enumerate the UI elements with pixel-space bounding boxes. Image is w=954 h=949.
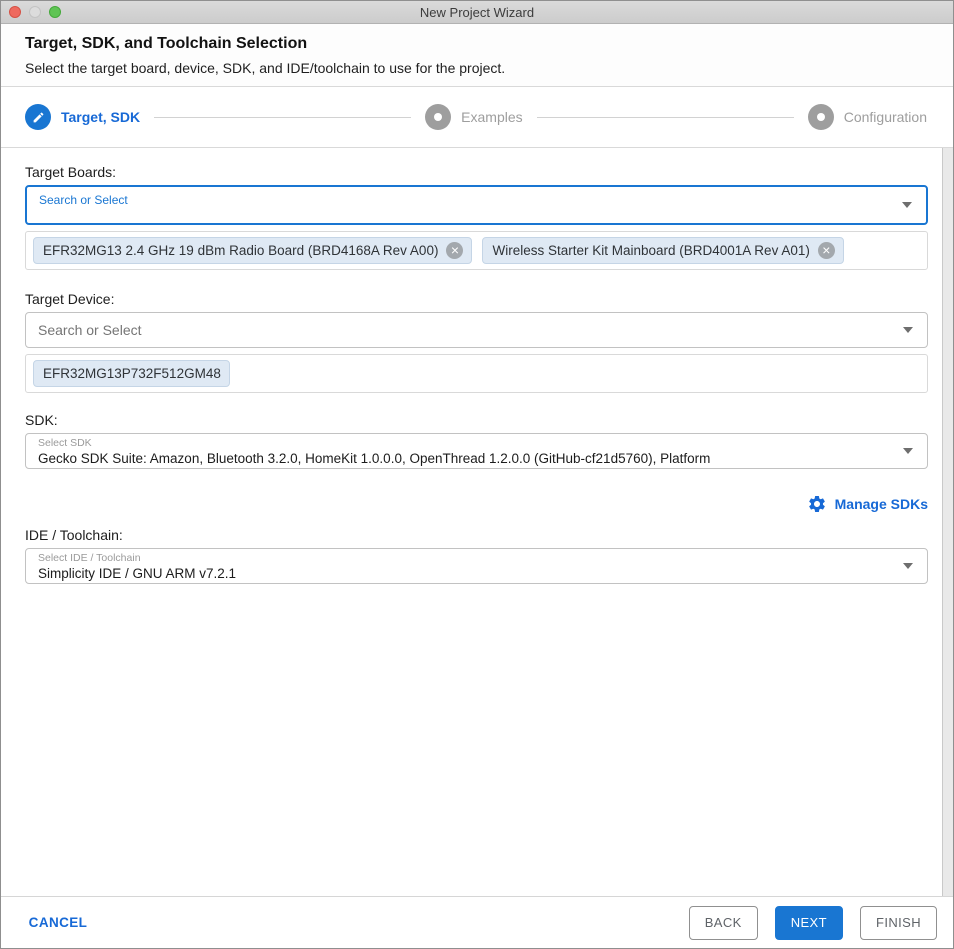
chip-label: EFR32MG13P732F512GM48: [43, 366, 221, 381]
page-title: Target, SDK, and Toolchain Selection: [25, 35, 308, 52]
step-label: Target, SDK: [61, 109, 141, 125]
step-configuration[interactable]: Configuration: [807, 104, 927, 130]
zoom-window-button[interactable]: [49, 6, 61, 18]
sdk-select[interactable]: Select SDK Gecko SDK Suite: Amazon, Blue…: [25, 433, 928, 469]
pencil-icon: [25, 104, 51, 130]
board-chip: Wireless Starter Kit Mainboard (BRD4001A…: [482, 237, 844, 264]
target-boards-label: Target Boards:: [25, 164, 117, 180]
manage-sdks-row: Manage SDKs: [25, 494, 928, 514]
step-label: Configuration: [843, 109, 927, 125]
target-device-input[interactable]: Search or Select: [25, 312, 928, 348]
gear-icon: [808, 496, 825, 512]
step-examples[interactable]: Examples: [425, 104, 523, 130]
ide-toolchain-label: IDE / Toolchain:: [25, 527, 123, 543]
device-chip: EFR32MG13P732F512GM48: [33, 360, 230, 387]
ide-toolchain-select[interactable]: Select IDE / Toolchain Simplicity IDE / …: [25, 548, 928, 584]
chip-remove-icon[interactable]: ×: [817, 242, 835, 259]
wizard-form: Target Boards: Search or Select EFR32MG1…: [1, 148, 942, 896]
minimize-window-button: [29, 6, 41, 18]
stepper-connector: [154, 116, 412, 118]
page-subtitle: Select the target board, device, SDK, an…: [25, 60, 506, 76]
sdk-field-label: Select SDK: [38, 437, 92, 449]
manage-sdks-link[interactable]: Manage SDKs: [835, 496, 928, 512]
scrollbar-track[interactable]: [942, 148, 953, 896]
chip-label: Wireless Starter Kit Mainboard (BRD4001A…: [492, 243, 810, 258]
step-label: Examples: [461, 109, 523, 125]
close-window-button[interactable]: [9, 6, 21, 18]
target-device-chips: EFR32MG13P732F512GM48: [25, 354, 928, 393]
next-button[interactable]: NEXT: [774, 905, 843, 940]
caret-down-icon: [903, 563, 913, 569]
target-device-label: Target Device:: [25, 291, 115, 307]
stepper-connector: [536, 116, 794, 118]
finish-button[interactable]: FINISH: [859, 905, 937, 940]
target-device-placeholder: Search or Select: [38, 322, 142, 338]
caret-down-icon: [902, 202, 912, 208]
traffic-lights: [9, 6, 61, 18]
caret-down-icon: [903, 448, 913, 454]
wizard-stepper: Target, SDK Examples Configuration: [1, 87, 953, 148]
ide-field-label: Select IDE / Toolchain: [38, 552, 141, 564]
ide-value: Simplicity IDE / GNU ARM v7.2.1: [38, 566, 237, 581]
target-boards-chips: EFR32MG13 2.4 GHz 19 dBm Radio Board (BR…: [25, 231, 928, 270]
step-dot-icon: [425, 104, 452, 130]
sdk-label: SDK:: [25, 412, 58, 428]
step-dot-icon: [807, 104, 834, 130]
caret-down-icon: [903, 327, 913, 333]
wizard-footer: CANCEL BACK NEXT FINISH: [1, 896, 953, 948]
back-button[interactable]: BACK: [688, 905, 758, 940]
board-chip: EFR32MG13 2.4 GHz 19 dBm Radio Board (BR…: [33, 237, 473, 264]
target-boards-placeholder: Search or Select: [39, 193, 128, 207]
window-title: New Project Wizard: [419, 4, 535, 20]
new-project-wizard-window: New Project Wizard Target, SDK, and Tool…: [0, 0, 954, 949]
cancel-button[interactable]: CANCEL: [25, 906, 91, 940]
wizard-header: Target, SDK, and Toolchain Selection Sel…: [1, 24, 953, 87]
sdk-value: Gecko SDK Suite: Amazon, Bluetooth 3.2.0…: [38, 451, 711, 466]
step-target-sdk[interactable]: Target, SDK: [25, 104, 140, 130]
chip-label: EFR32MG13 2.4 GHz 19 dBm Radio Board (BR…: [43, 243, 439, 258]
titlebar: New Project Wizard: [1, 1, 953, 24]
chip-remove-icon[interactable]: ×: [446, 242, 464, 259]
target-boards-input[interactable]: Search or Select: [25, 185, 928, 225]
